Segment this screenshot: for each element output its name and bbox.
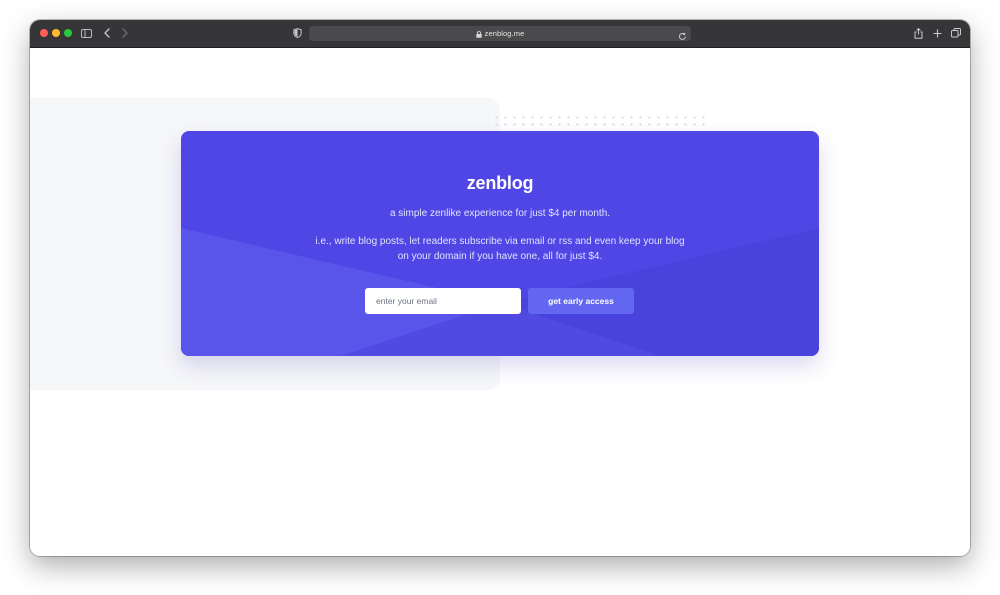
- url-text: zenblog.me: [484, 29, 525, 38]
- sidebar-icon[interactable]: [79, 24, 93, 42]
- forward-icon[interactable]: [120, 24, 130, 42]
- page-content: zenblog a simple zenlike experience for …: [30, 48, 970, 556]
- new-tab-icon[interactable]: [931, 24, 943, 42]
- email-input[interactable]: [365, 288, 521, 314]
- dot-pattern-decoration: [492, 114, 708, 128]
- tagline: a simple zenlike experience for just $4 …: [389, 208, 611, 219]
- zoom-window-button[interactable]: [64, 29, 72, 37]
- reload-icon[interactable]: [678, 28, 687, 46]
- minimize-window-button[interactable]: [52, 29, 60, 37]
- share-icon[interactable]: [912, 24, 924, 42]
- description-line: on your domain if you have one, all for …: [397, 250, 603, 262]
- tabs-overview-icon[interactable]: [950, 24, 962, 42]
- back-icon[interactable]: [102, 24, 112, 42]
- browser-toolbar: zenblog.me: [30, 20, 970, 48]
- description: i.e., write blog posts, let readers subs…: [311, 235, 689, 264]
- lock-icon: [475, 25, 482, 43]
- site-title: zenblog: [466, 173, 534, 193]
- get-early-access-button[interactable]: get early access: [528, 288, 634, 314]
- address-bar[interactable]: zenblog.me: [309, 26, 691, 41]
- hero-card: zenblog a simple zenlike experience for …: [181, 131, 819, 356]
- shield-icon[interactable]: [291, 24, 303, 42]
- description-line: i.e., write blog posts, let readers subs…: [315, 236, 685, 247]
- close-window-button[interactable]: [40, 29, 48, 37]
- browser-window: zenblog.me zenblog a simple zenlike expe…: [30, 20, 970, 556]
